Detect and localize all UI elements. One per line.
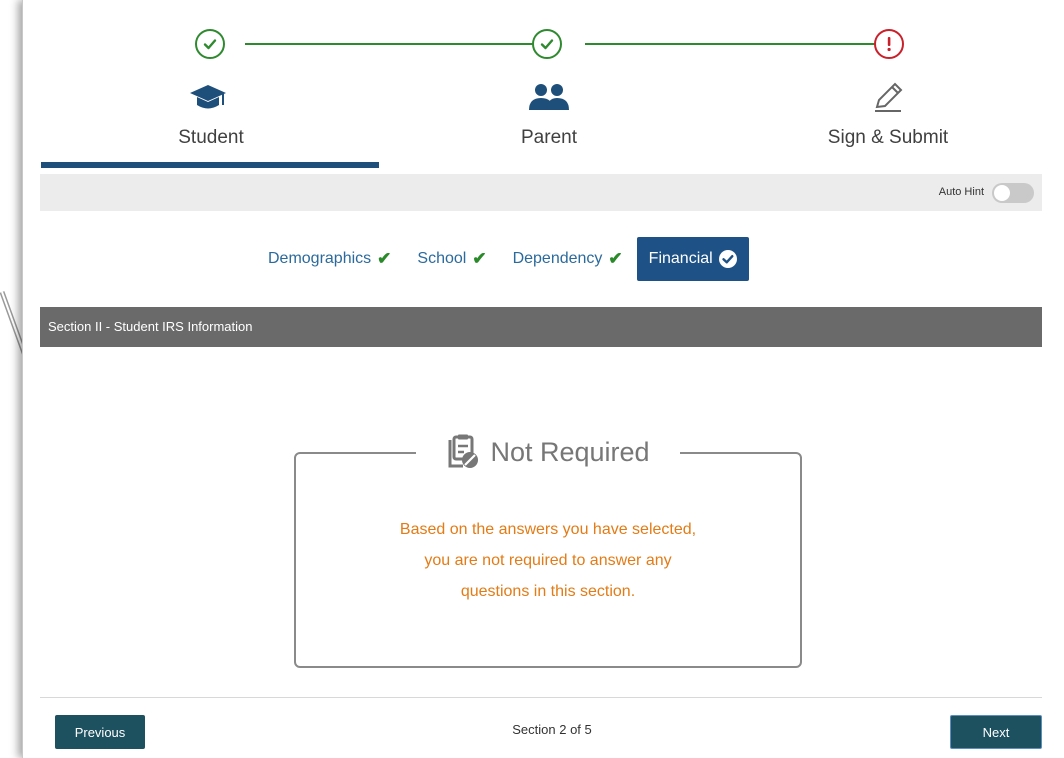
- active-step-indicator: [41, 162, 379, 168]
- not-required-title: Not Required: [416, 430, 680, 474]
- page-indicator: Section 2 of 5: [512, 722, 592, 737]
- progress-connector: [245, 43, 559, 45]
- subtab-label: Dependency: [512, 250, 603, 267]
- check-icon: ✔: [472, 249, 487, 268]
- progress-connector: [585, 43, 893, 45]
- subtab-financial[interactable]: Financial: [636, 237, 749, 281]
- section-header: Section II - Student IRS Information: [40, 307, 1042, 347]
- auto-hint-toggle[interactable]: [992, 183, 1034, 203]
- next-button[interactable]: Next: [950, 715, 1042, 749]
- subtab-school[interactable]: School ✔: [417, 249, 486, 269]
- message-line: Based on the answers you have selected,: [399, 521, 697, 538]
- subtab-label: Demographics: [268, 250, 372, 267]
- not-required-title-text: Not Required: [490, 436, 650, 467]
- subtab-label: School: [417, 250, 467, 267]
- footer-divider: [40, 697, 1042, 698]
- check-circle-icon: [718, 250, 737, 268]
- subtab-dependency[interactable]: Dependency ✔: [513, 249, 623, 269]
- message-line: questions in this section.: [460, 583, 636, 600]
- step-label-parent[interactable]: Parent: [521, 127, 577, 149]
- auto-hint-label: Auto Hint: [938, 186, 984, 198]
- check-icon: ✔: [377, 249, 392, 268]
- step-label-student[interactable]: Student: [178, 127, 244, 149]
- toggle-knob: [994, 185, 1010, 201]
- graduation-cap-icon: [188, 83, 228, 118]
- people-icon: [527, 82, 571, 117]
- document-check-icon: [446, 434, 480, 470]
- auto-hint-bar: Auto Hint: [40, 174, 1042, 211]
- section-subtabs: Demographics ✔ School ✔ Dependency ✔ Fin…: [268, 237, 749, 281]
- not-required-message: Based on the answers you have selected, …: [300, 514, 796, 607]
- step-complete-icon: [195, 29, 225, 59]
- message-line: you are not required to answer any: [424, 552, 672, 569]
- step-complete-icon: [532, 29, 562, 59]
- step-warning-icon: [874, 29, 904, 59]
- subtab-demographics[interactable]: Demographics ✔: [268, 249, 391, 269]
- step-label-sign-submit[interactable]: Sign & Submit: [828, 127, 948, 149]
- check-icon: ✔: [608, 249, 623, 268]
- subtab-label: Financial: [648, 250, 713, 267]
- pencil-icon: [871, 80, 905, 119]
